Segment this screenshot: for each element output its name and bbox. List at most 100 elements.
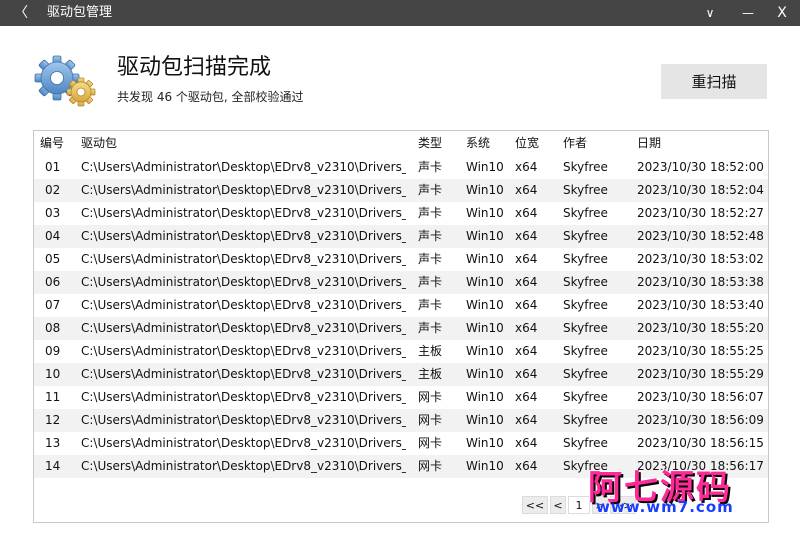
row-package-path: C:\Users\Administrator\Desktop\EDrv8_v23… (81, 252, 406, 266)
column-header-type[interactable]: 类型 (418, 131, 462, 156)
row-date: 2023/10/30 18:55:25 (637, 344, 764, 358)
table-row[interactable]: 07 C:\Users\Administrator\Desktop\EDrv8_… (34, 294, 768, 317)
row-type: 声卡 (418, 298, 443, 312)
row-package-path: C:\Users\Administrator\Desktop\EDrv8_v23… (81, 321, 406, 335)
table-row[interactable]: 02 C:\Users\Administrator\Desktop\EDrv8_… (34, 179, 768, 202)
column-header-package[interactable]: 驱动包 (81, 131, 406, 156)
row-bitness: x64 (515, 436, 538, 450)
table-row[interactable]: 11 C:\Users\Administrator\Desktop\EDrv8_… (34, 386, 768, 409)
row-number: 03 (45, 206, 61, 220)
column-header-system[interactable]: 系统 (466, 131, 510, 156)
table-row[interactable]: 01 C:\Users\Administrator\Desktop\EDrv8_… (34, 156, 768, 179)
row-system: Win10 (466, 252, 504, 266)
row-number: 14 (45, 459, 61, 473)
gears-icon (34, 55, 96, 107)
row-bitness: x64 (515, 252, 538, 266)
row-number: 02 (45, 183, 61, 197)
prev-page-button[interactable]: < (550, 496, 566, 514)
row-number: 07 (45, 298, 61, 312)
row-date: 2023/10/30 18:52:04 (637, 183, 764, 197)
row-type: 网卡 (418, 413, 443, 427)
row-date: 2023/10/30 18:52:00 (637, 160, 764, 174)
row-package-path: C:\Users\Administrator\Desktop\EDrv8_v23… (81, 275, 406, 289)
table-row[interactable]: 05 C:\Users\Administrator\Desktop\EDrv8_… (34, 248, 768, 271)
row-bitness: x64 (515, 183, 538, 197)
column-header-number[interactable]: 编号 (40, 131, 74, 156)
dropdown-menu-button[interactable]: ∨ (690, 0, 730, 26)
table-row[interactable]: 12 C:\Users\Administrator\Desktop\EDrv8_… (34, 409, 768, 432)
table-row[interactable]: 03 C:\Users\Administrator\Desktop\EDrv8_… (34, 202, 768, 225)
row-number: 04 (45, 229, 61, 243)
row-type: 声卡 (418, 183, 443, 197)
last-page-button[interactable]: >> (610, 496, 636, 514)
row-author: Skyfree (563, 459, 608, 473)
row-author: Skyfree (563, 413, 608, 427)
row-date: 2023/10/30 18:56:09 (637, 413, 764, 427)
pagination: << < 1 > >> (34, 496, 768, 514)
row-package-path: C:\Users\Administrator\Desktop\EDrv8_v23… (81, 160, 406, 174)
row-bitness: x64 (515, 160, 538, 174)
row-system: Win10 (466, 275, 504, 289)
row-package-path: C:\Users\Administrator\Desktop\EDrv8_v23… (81, 298, 406, 312)
row-date: 2023/10/30 18:56:07 (637, 390, 764, 404)
row-number: 08 (45, 321, 61, 335)
table-row[interactable]: 13 C:\Users\Administrator\Desktop\EDrv8_… (34, 432, 768, 455)
row-system: Win10 (466, 321, 504, 335)
row-package-path: C:\Users\Administrator\Desktop\EDrv8_v23… (81, 390, 406, 404)
table-row[interactable]: 10 C:\Users\Administrator\Desktop\EDrv8_… (34, 363, 768, 386)
title-bar: 〈 驱动包管理 ∨ — X (0, 0, 800, 26)
row-author: Skyfree (563, 367, 608, 381)
table-row[interactable]: 14 C:\Users\Administrator\Desktop\EDrv8_… (34, 455, 768, 478)
row-bitness: x64 (515, 344, 538, 358)
row-system: Win10 (466, 160, 504, 174)
row-author: Skyfree (563, 206, 608, 220)
table-row[interactable]: 08 C:\Users\Administrator\Desktop\EDrv8_… (34, 317, 768, 340)
row-number: 11 (45, 390, 61, 404)
row-bitness: x64 (515, 298, 538, 312)
rescan-button[interactable]: 重扫描 (661, 64, 767, 99)
row-author: Skyfree (563, 344, 608, 358)
row-system: Win10 (466, 390, 504, 404)
row-system: Win10 (466, 436, 504, 450)
row-type: 声卡 (418, 229, 443, 243)
column-header-author[interactable]: 作者 (563, 131, 631, 156)
row-package-path: C:\Users\Administrator\Desktop\EDrv8_v23… (81, 367, 406, 381)
row-system: Win10 (466, 367, 504, 381)
column-header-bitness[interactable]: 位宽 (515, 131, 555, 156)
current-page-indicator[interactable]: 1 (568, 496, 590, 514)
row-number: 10 (45, 367, 61, 381)
row-number: 09 (45, 344, 61, 358)
row-bitness: x64 (515, 206, 538, 220)
table-row[interactable]: 04 C:\Users\Administrator\Desktop\EDrv8_… (34, 225, 768, 248)
row-type: 声卡 (418, 206, 443, 220)
row-type: 主板 (418, 367, 443, 381)
scan-summary: 共发现 46 个驱动包, 全部校验通过 (117, 90, 304, 104)
table-row[interactable]: 09 C:\Users\Administrator\Desktop\EDrv8_… (34, 340, 768, 363)
table-row[interactable]: 06 C:\Users\Administrator\Desktop\EDrv8_… (34, 271, 768, 294)
row-package-path: C:\Users\Administrator\Desktop\EDrv8_v23… (81, 206, 406, 220)
row-type: 网卡 (418, 459, 443, 473)
row-type: 声卡 (418, 275, 443, 289)
row-bitness: x64 (515, 367, 538, 381)
next-page-button[interactable]: > (592, 496, 608, 514)
row-date: 2023/10/30 18:56:15 (637, 436, 764, 450)
row-type: 声卡 (418, 252, 443, 266)
row-number: 05 (45, 252, 61, 266)
back-button[interactable]: 〈 (14, 0, 28, 26)
row-system: Win10 (466, 459, 504, 473)
row-package-path: C:\Users\Administrator\Desktop\EDrv8_v23… (81, 413, 406, 427)
row-type: 网卡 (418, 390, 443, 404)
row-number: 13 (45, 436, 61, 450)
row-package-path: C:\Users\Administrator\Desktop\EDrv8_v23… (81, 436, 406, 450)
row-author: Skyfree (563, 390, 608, 404)
column-header-date[interactable]: 日期 (637, 131, 765, 156)
row-date: 2023/10/30 18:53:40 (637, 298, 764, 312)
row-date: 2023/10/30 18:55:20 (637, 321, 764, 335)
row-date: 2023/10/30 18:52:27 (637, 206, 764, 220)
close-button[interactable]: X (762, 0, 800, 26)
first-page-button[interactable]: << (522, 496, 548, 514)
row-author: Skyfree (563, 252, 608, 266)
row-date: 2023/10/30 18:53:02 (637, 252, 764, 266)
row-system: Win10 (466, 206, 504, 220)
row-package-path: C:\Users\Administrator\Desktop\EDrv8_v23… (81, 183, 406, 197)
